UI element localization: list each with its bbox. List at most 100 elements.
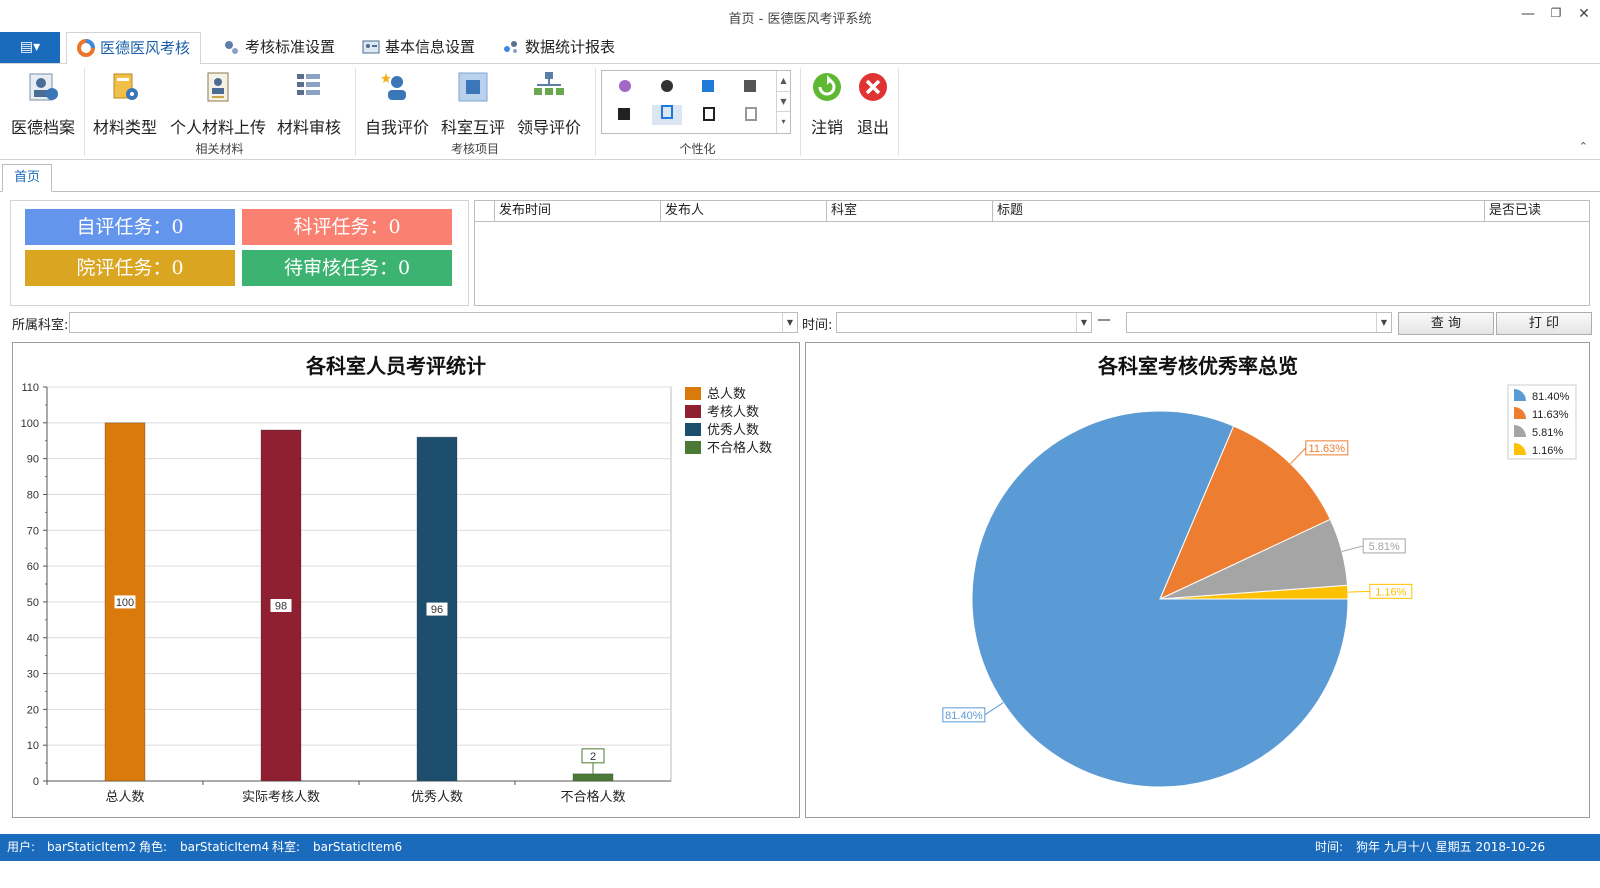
column-header[interactable]: 是否已读 [1485,201,1589,222]
y-tick-label: 70 [27,525,39,537]
end-date-combo[interactable]: ▼ [1126,312,1392,333]
tab-ethics-assessment[interactable]: 医德医风考核 [66,32,202,65]
id-badge-icon [207,72,229,102]
skin-swatch-icon[interactable] [614,107,636,127]
exit-button[interactable]: 退出 [851,70,895,137]
chart-ring-icon [77,39,95,57]
skin-swatch-icon[interactable] [740,79,762,99]
pie-chart-panel: 各科室考核优秀率总览 1.16% 5.81% 11.63% 81.40% 81.40% 11… [805,342,1590,818]
slice-label: 81.40% [945,710,983,722]
legend-label: 考核人数 [707,404,759,419]
role-label: 角色: [139,840,168,854]
dept-value: barStaticItem6 [313,840,403,854]
chevron-down-icon[interactable]: ▼ [1376,313,1391,332]
material-review-button[interactable]: 材料审核 [274,70,344,137]
scroll-down-icon[interactable]: ▼ [777,91,790,111]
y-tick-label: 80 [27,489,39,501]
skin-swatch-icon[interactable] [698,79,720,99]
legend-label: 5.81% [1532,427,1563,439]
dept-combo[interactable]: ▼ [69,312,798,333]
y-tick-label: 20 [27,704,39,716]
logout-button[interactable]: 注销 [805,70,849,137]
legend-swatch [685,405,701,418]
department-mutual-evaluation-button[interactable]: 科室互评 [438,70,508,137]
filter-bar: 所属科室: ▼ 时间: ▼ — ▼ 查 询 打 印 [0,310,1600,336]
folder-gear-icon [113,73,138,100]
row-indicator-header [475,201,495,222]
x-tick-label: 优秀人数 [411,789,463,804]
task-panel: 自评任务：0 科评任务：0 院评任务：0 待审核任务：0 [10,200,469,306]
column-header[interactable]: 科室 [827,201,993,222]
tab-basic-info-settings[interactable]: 基本信息设置 [352,32,485,64]
x-tick-label: 总人数 [105,789,144,804]
y-tick-label: 90 [27,454,39,466]
bar [572,773,614,782]
group-separator [800,68,801,156]
x-tick-label: 不合格人数 [560,789,625,804]
ribbon: 医德档案 材料类型 个人材料上传 材料审核 自我评价 科室互评 领导评价 ▲ ▼… [0,64,1600,160]
ethics-archive-button[interactable]: 医德档案 [8,70,78,137]
status-bar: 用户: barStaticItem2 角色: barStaticItem4 科室… [0,834,1600,881]
user-label: 用户: [7,840,36,854]
skin-swatch-selected-icon[interactable] [652,105,682,125]
chevron-down-icon[interactable]: ▼ [782,313,797,332]
skin-swatch-icon[interactable] [614,79,636,99]
gallery-scrollbar[interactable]: ▲ ▼ ▾ [776,71,790,133]
skin-swatch-icon[interactable] [698,107,720,127]
chevron-down-icon[interactable]: ▼ [1076,313,1091,332]
tab-statistics-reports[interactable]: 数据统计报表 [492,32,625,64]
print-button[interactable]: 打 印 [1496,312,1592,335]
time-value: 狗年 九月十八 星期五 2018-10-26 10:05:10 [1356,840,1546,881]
dept-eval-task-tile[interactable]: 科评任务：0 [242,209,452,245]
y-tick-label: 40 [27,633,39,645]
scroll-up-icon[interactable]: ▲ [777,71,790,91]
legend-label: 1.16% [1532,445,1563,457]
material-type-button[interactable]: 材料类型 [90,70,160,137]
skin-swatch-icon[interactable] [740,107,762,127]
column-header[interactable]: 标题 [993,201,1485,222]
dept-filter-label: 所属科室: [12,318,69,333]
y-tick-label: 10 [27,740,39,752]
skin-gallery[interactable]: ▲ ▼ ▾ [601,70,791,134]
gears-icon [225,41,238,54]
self-evaluation-button[interactable]: 自我评价 [362,70,432,137]
minimize-icon[interactable]: — [1516,6,1540,22]
skin-swatch-icon[interactable] [656,79,678,99]
bar-chart: 各科室人员考评统计0102030405060708090100110总人数 实际考… [21,354,772,804]
gallery-expand-icon[interactable]: ▾ [777,111,790,131]
tab-home[interactable]: 首页 [2,164,52,192]
column-header[interactable]: 发布时间 [495,201,661,222]
user-value: barStaticItem2 [47,840,137,854]
column-header[interactable]: 发布人 [661,201,827,222]
tab-standard-settings[interactable]: 考核标准设置 [212,32,345,64]
self-eval-task-tile[interactable]: 自评任务：0 [25,209,235,245]
slice-label-leader [1290,447,1307,465]
x-tick-label: 实际考核人数 [242,789,320,804]
hospital-eval-task-tile[interactable]: 院评任务：0 [25,250,235,286]
query-button[interactable]: 查 询 [1398,312,1494,335]
pending-review-task-tile[interactable]: 待审核任务：0 [242,250,452,286]
slice-label-leader [984,702,1004,716]
legend-label: 11.63% [1532,409,1569,421]
close-icon[interactable]: ✕ [1572,6,1596,22]
restore-icon[interactable]: ❐ [1544,6,1568,20]
slice-label-leader [1341,545,1364,552]
slice-label: 1.16% [1375,586,1406,598]
range-separator: — [1097,312,1111,328]
group-label-assessment: 考核项目 [450,142,499,156]
legend-label: 优秀人数 [707,422,759,437]
data-label: 96 [431,604,443,616]
leader-evaluation-button[interactable]: 领导评价 [514,70,584,137]
y-tick-label: 0 [33,776,39,788]
start-date-combo[interactable]: ▼ [836,312,1092,333]
app-menu-button[interactable]: ▤▾ [0,32,60,63]
y-tick-label: 30 [27,669,39,681]
id-card-icon [362,40,380,54]
personal-material-upload-button[interactable]: 个人材料上传 [168,70,268,137]
y-tick-label: 110 [21,382,39,394]
collapse-ribbon-icon[interactable]: ⌃ [1579,140,1588,153]
app-menu-icon: ▤▾ [19,39,41,55]
chart-title: 各科室人员考评统计 [305,354,486,378]
data-label: 2 [590,751,596,763]
user-profile-icon [29,73,58,101]
